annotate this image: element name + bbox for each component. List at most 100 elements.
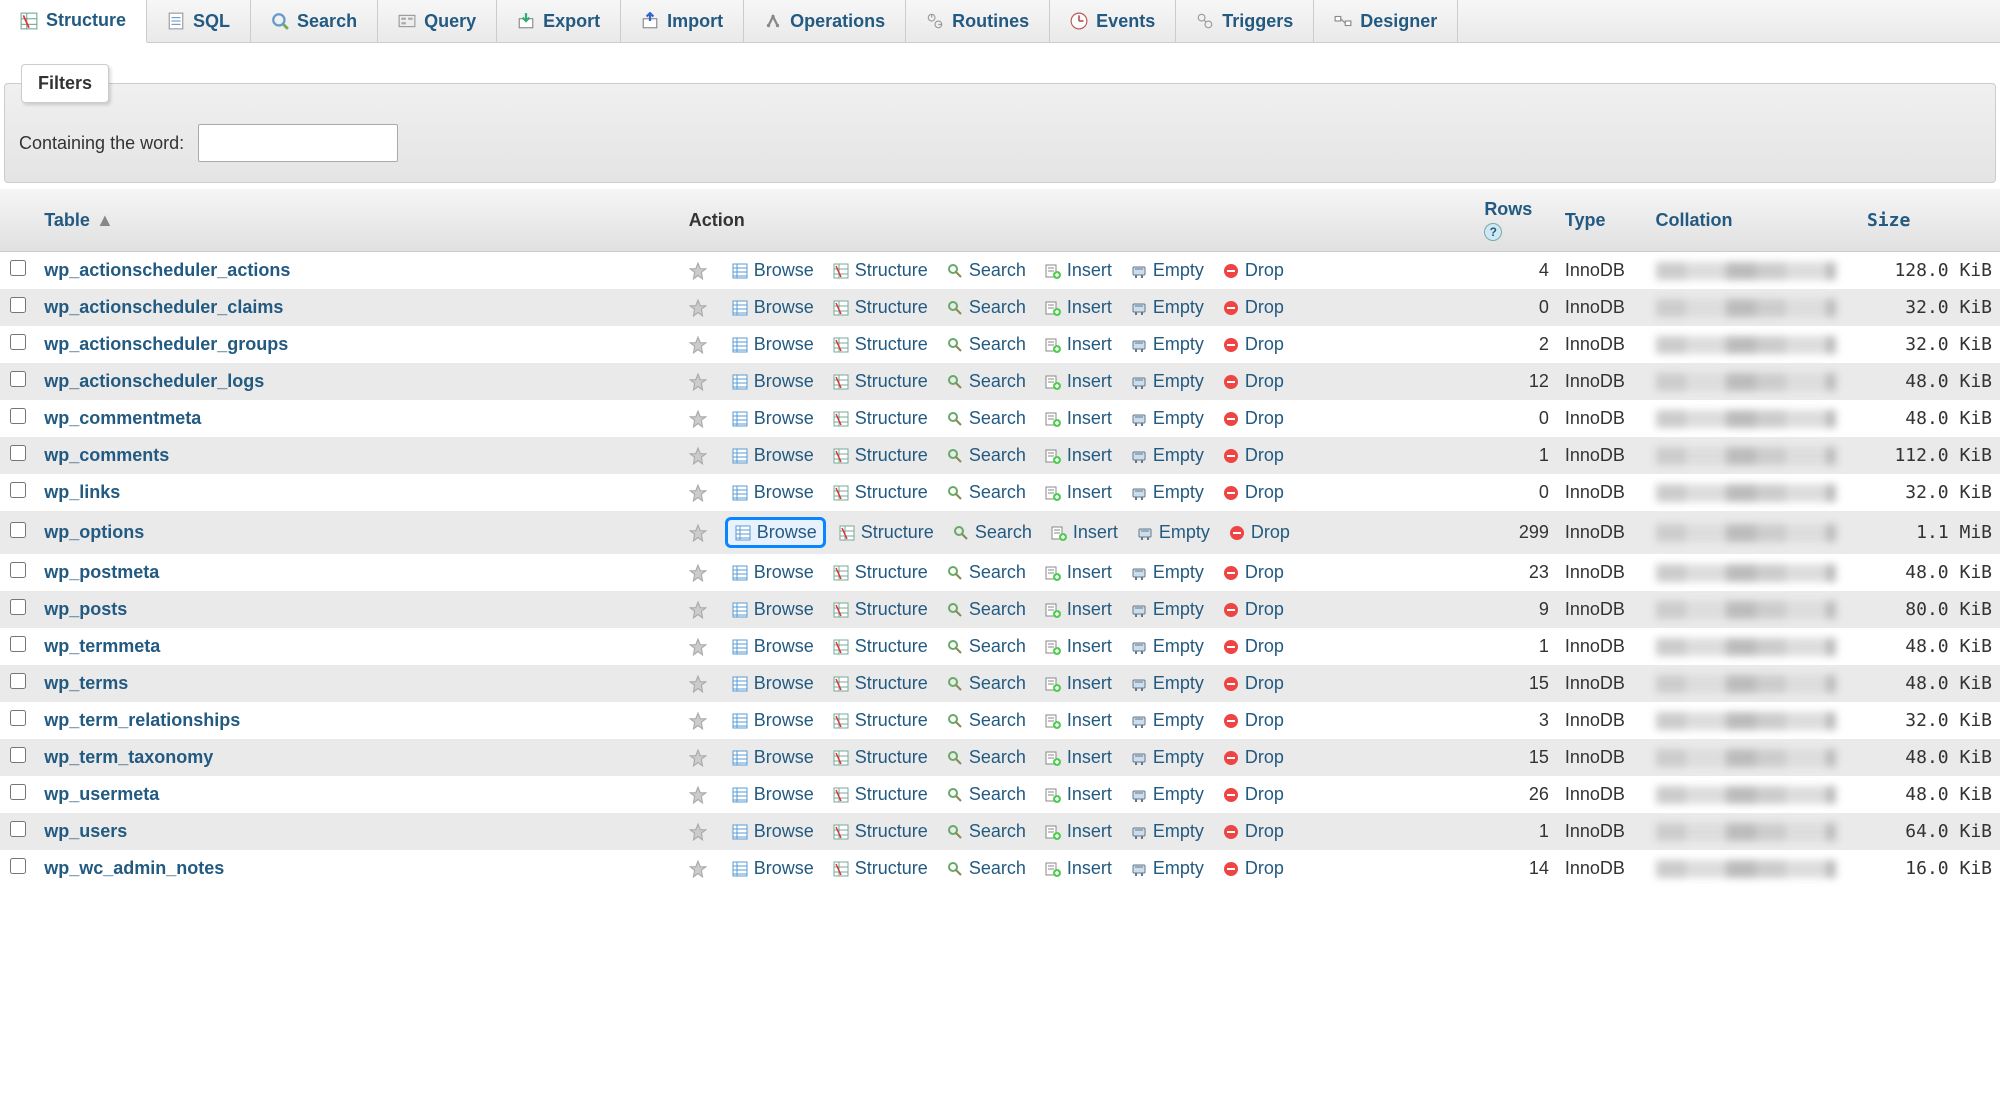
insert-action[interactable]: Insert xyxy=(1038,782,1118,807)
row-checkbox[interactable] xyxy=(10,599,26,615)
browse-action[interactable]: Browse xyxy=(725,369,820,394)
col-rows[interactable]: Rows? xyxy=(1476,189,1557,252)
insert-action[interactable]: Insert xyxy=(1038,480,1118,505)
row-checkbox[interactable] xyxy=(10,710,26,726)
filters-tab[interactable]: Filters xyxy=(21,64,109,103)
row-checkbox[interactable] xyxy=(10,562,26,578)
col-size[interactable]: Size xyxy=(1859,189,2000,252)
search-action[interactable]: Search xyxy=(940,406,1032,431)
empty-action[interactable]: Empty xyxy=(1124,634,1210,659)
favorite-star[interactable] xyxy=(689,262,707,280)
insert-action[interactable]: Insert xyxy=(1038,819,1118,844)
drop-action[interactable]: Drop xyxy=(1216,597,1290,622)
search-action[interactable]: Search xyxy=(940,443,1032,468)
structure-action[interactable]: Structure xyxy=(826,258,934,283)
drop-action[interactable]: Drop xyxy=(1222,520,1296,545)
browse-action[interactable]: Browse xyxy=(725,406,820,431)
insert-action[interactable]: Insert xyxy=(1038,258,1118,283)
structure-action[interactable]: Structure xyxy=(826,369,934,394)
search-action[interactable]: Search xyxy=(940,819,1032,844)
browse-action[interactable]: Browse xyxy=(725,258,820,283)
structure-action[interactable]: Structure xyxy=(826,708,934,733)
search-action[interactable]: Search xyxy=(940,258,1032,283)
tab-events[interactable]: Events xyxy=(1050,0,1176,42)
browse-action[interactable]: Browse xyxy=(725,517,826,548)
favorite-star[interactable] xyxy=(689,336,707,354)
row-checkbox[interactable] xyxy=(10,784,26,800)
row-checkbox[interactable] xyxy=(10,821,26,837)
structure-action[interactable]: Structure xyxy=(826,634,934,659)
table-name-link[interactable]: wp_postmeta xyxy=(44,562,159,582)
table-name-link[interactable]: wp_posts xyxy=(44,599,127,619)
structure-action[interactable]: Structure xyxy=(826,443,934,468)
empty-action[interactable]: Empty xyxy=(1124,443,1210,468)
row-checkbox[interactable] xyxy=(10,636,26,652)
favorite-star[interactable] xyxy=(689,749,707,767)
search-action[interactable]: Search xyxy=(940,634,1032,659)
favorite-star[interactable] xyxy=(689,410,707,428)
row-checkbox[interactable] xyxy=(10,297,26,313)
drop-action[interactable]: Drop xyxy=(1216,295,1290,320)
favorite-star[interactable] xyxy=(689,712,707,730)
browse-action[interactable]: Browse xyxy=(725,480,820,505)
search-action[interactable]: Search xyxy=(940,782,1032,807)
empty-action[interactable]: Empty xyxy=(1124,597,1210,622)
insert-action[interactable]: Insert xyxy=(1038,708,1118,733)
drop-action[interactable]: Drop xyxy=(1216,480,1290,505)
tab-structure[interactable]: Structure xyxy=(0,0,147,43)
browse-action[interactable]: Browse xyxy=(725,443,820,468)
search-action[interactable]: Search xyxy=(940,745,1032,770)
structure-action[interactable]: Structure xyxy=(826,745,934,770)
containing-input[interactable] xyxy=(198,124,398,162)
tab-operations[interactable]: Operations xyxy=(744,0,906,42)
insert-action[interactable]: Insert xyxy=(1038,671,1118,696)
insert-action[interactable]: Insert xyxy=(1038,406,1118,431)
insert-action[interactable]: Insert xyxy=(1038,634,1118,659)
empty-action[interactable]: Empty xyxy=(1124,258,1210,283)
row-checkbox[interactable] xyxy=(10,482,26,498)
browse-action[interactable]: Browse xyxy=(725,819,820,844)
table-name-link[interactable]: wp_commentmeta xyxy=(44,408,201,428)
search-action[interactable]: Search xyxy=(940,480,1032,505)
insert-action[interactable]: Insert xyxy=(1038,745,1118,770)
empty-action[interactable]: Empty xyxy=(1124,819,1210,844)
insert-action[interactable]: Insert xyxy=(1038,443,1118,468)
structure-action[interactable]: Structure xyxy=(826,406,934,431)
col-table[interactable]: Table▲ xyxy=(36,189,681,252)
tab-import[interactable]: Import xyxy=(621,0,744,42)
row-checkbox[interactable] xyxy=(10,858,26,874)
favorite-star[interactable] xyxy=(689,860,707,878)
drop-action[interactable]: Drop xyxy=(1216,782,1290,807)
tab-designer[interactable]: Designer xyxy=(1314,0,1458,42)
empty-action[interactable]: Empty xyxy=(1124,745,1210,770)
table-name-link[interactable]: wp_actionscheduler_groups xyxy=(44,334,288,354)
insert-action[interactable]: Insert xyxy=(1038,369,1118,394)
empty-action[interactable]: Empty xyxy=(1124,856,1210,881)
table-name-link[interactable]: wp_actionscheduler_claims xyxy=(44,297,283,317)
structure-action[interactable]: Structure xyxy=(826,332,934,357)
empty-action[interactable]: Empty xyxy=(1124,782,1210,807)
table-name-link[interactable]: wp_links xyxy=(44,482,120,502)
favorite-star[interactable] xyxy=(689,447,707,465)
table-name-link[interactable]: wp_wc_admin_notes xyxy=(44,858,224,878)
empty-action[interactable]: Empty xyxy=(1124,671,1210,696)
insert-action[interactable]: Insert xyxy=(1038,597,1118,622)
favorite-star[interactable] xyxy=(689,638,707,656)
row-checkbox[interactable] xyxy=(10,408,26,424)
drop-action[interactable]: Drop xyxy=(1216,634,1290,659)
empty-action[interactable]: Empty xyxy=(1130,520,1216,545)
row-checkbox[interactable] xyxy=(10,260,26,276)
search-action[interactable]: Search xyxy=(940,671,1032,696)
browse-action[interactable]: Browse xyxy=(725,560,820,585)
drop-action[interactable]: Drop xyxy=(1216,745,1290,770)
search-action[interactable]: Search xyxy=(940,856,1032,881)
insert-action[interactable]: Insert xyxy=(1038,295,1118,320)
row-checkbox[interactable] xyxy=(10,522,26,538)
browse-action[interactable]: Browse xyxy=(725,671,820,696)
search-action[interactable]: Search xyxy=(940,295,1032,320)
structure-action[interactable]: Structure xyxy=(826,819,934,844)
structure-action[interactable]: Structure xyxy=(826,597,934,622)
insert-action[interactable]: Insert xyxy=(1038,332,1118,357)
drop-action[interactable]: Drop xyxy=(1216,332,1290,357)
table-name-link[interactable]: wp_actionscheduler_actions xyxy=(44,260,290,280)
